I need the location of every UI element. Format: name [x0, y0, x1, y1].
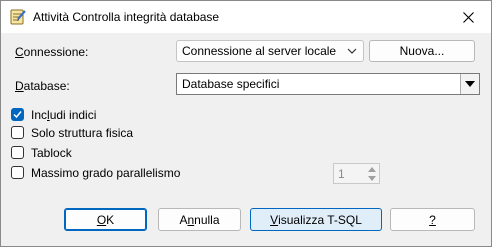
parallelism-spinner[interactable]: 1: [333, 163, 380, 184]
close-button[interactable]: [445, 1, 491, 33]
tablock-label[interactable]: Tablock: [31, 146, 72, 160]
parallelism-value: 1: [338, 167, 345, 181]
title-bar[interactable]: Attività Controlla integrità database: [1, 1, 491, 33]
include-indexes-label[interactable]: Includi indici: [31, 108, 96, 122]
spin-down-icon[interactable]: [368, 176, 376, 181]
checkmark-icon: [13, 111, 22, 119]
include-indexes-checkbox[interactable]: [11, 108, 24, 121]
connection-select[interactable]: Connessione al server locale: [176, 40, 364, 62]
connection-value: Connessione al server locale: [182, 44, 337, 58]
database-dropdown-button[interactable]: [460, 74, 479, 94]
view-tsql-button[interactable]: Visualizza T-SQL: [250, 208, 382, 231]
window-title: Attività Controlla integrità database: [33, 10, 220, 24]
tablock-checkbox[interactable]: [11, 146, 24, 159]
dialog-window: Attività Controlla integrità database Co…: [0, 0, 492, 247]
new-connection-button[interactable]: Nuova...: [369, 40, 475, 62]
max-parallelism-label[interactable]: Massimo grado parallelismo: [31, 166, 180, 180]
max-parallelism-checkbox[interactable]: [11, 166, 24, 179]
triangle-down-icon: [465, 81, 475, 87]
database-select[interactable]: Database specifici: [176, 73, 480, 95]
close-icon: [462, 11, 474, 23]
database-value: Database specifici: [182, 77, 280, 91]
spin-up-icon[interactable]: [368, 167, 376, 172]
ok-button[interactable]: OK: [64, 208, 147, 231]
chevron-down-icon: [347, 48, 357, 54]
spinner-buttons[interactable]: [365, 164, 379, 183]
database-label: Database:: [15, 79, 70, 93]
checklist-icon: [10, 9, 26, 25]
cancel-button[interactable]: An nulla: [158, 208, 241, 231]
physical-only-label[interactable]: Solo struttura fisica: [31, 126, 133, 140]
physical-only-checkbox[interactable]: [11, 126, 24, 139]
connection-label: Connessione:: [15, 45, 89, 59]
help-button[interactable]: ?: [390, 208, 475, 231]
